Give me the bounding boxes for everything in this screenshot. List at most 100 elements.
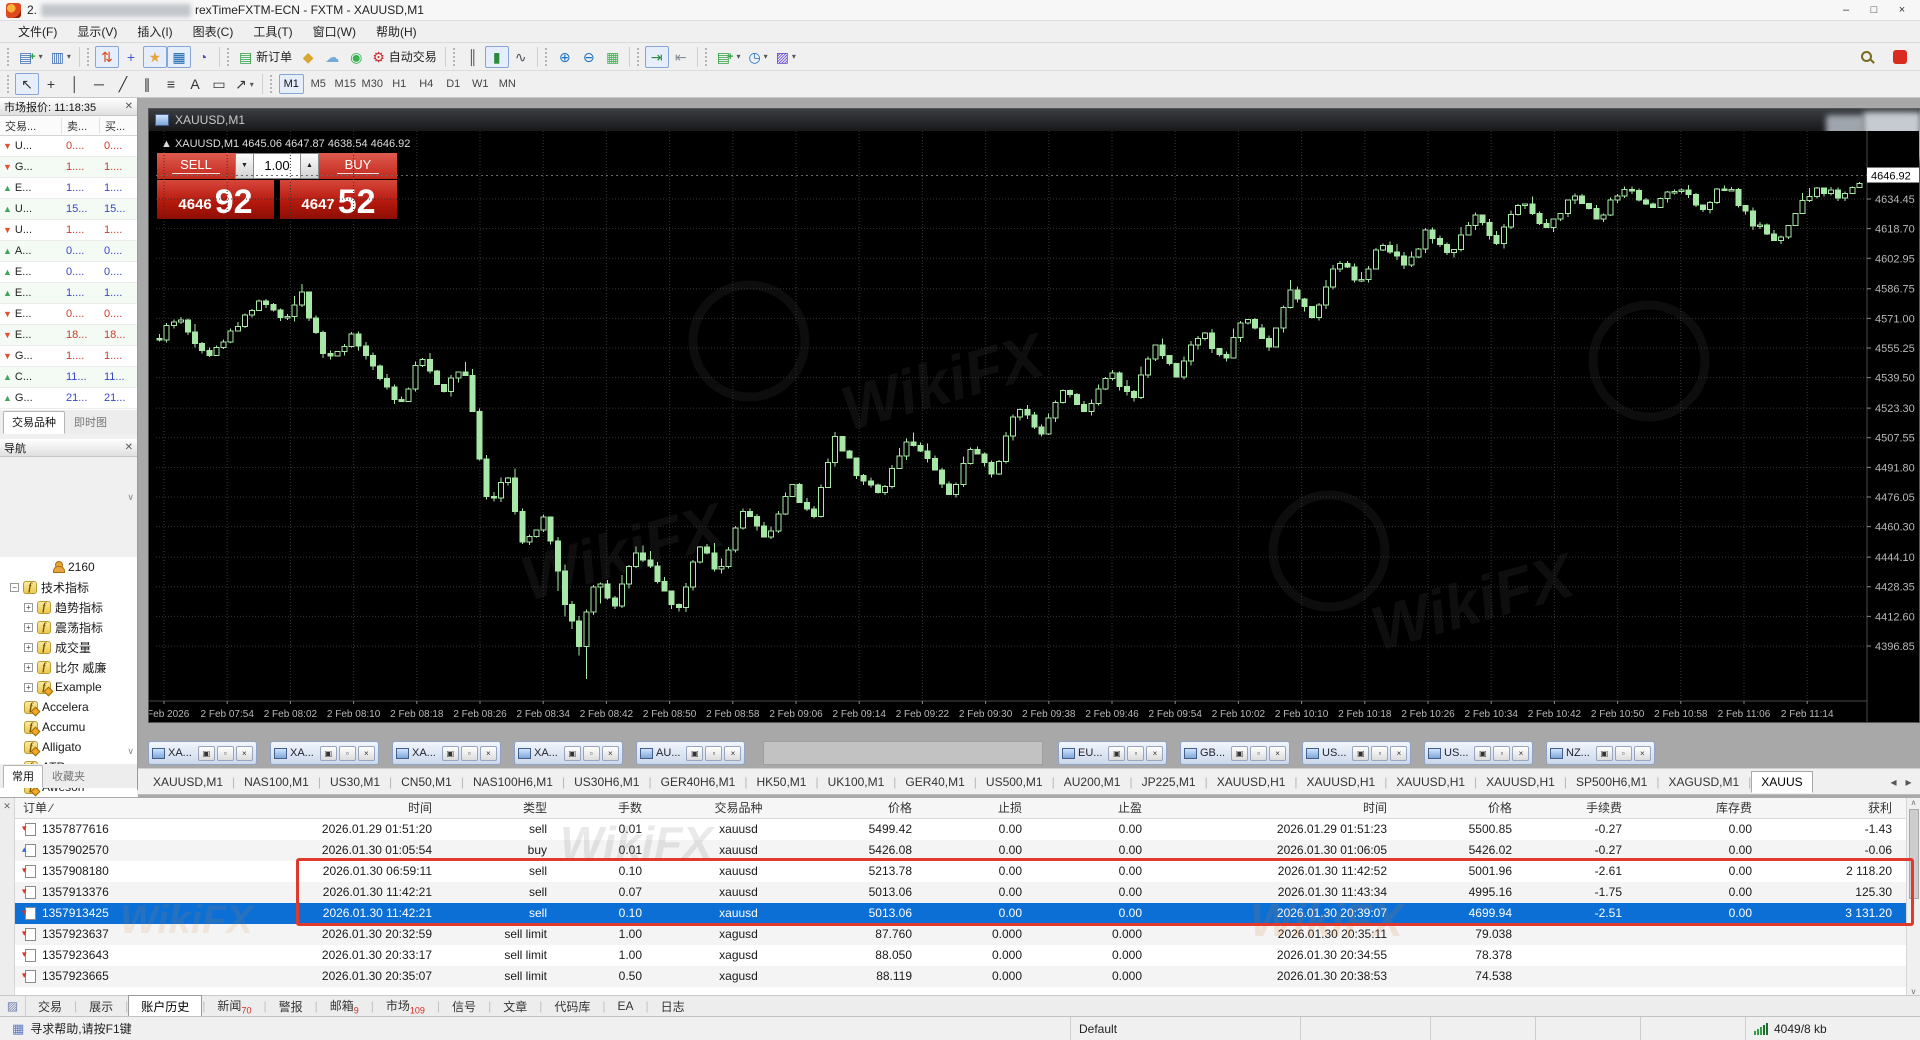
market-watch-row[interactable]: ▲ E... 1.... 1....: [0, 178, 137, 199]
symbol-tab-xauusdm1[interactable]: XAUUSD,M1: [144, 772, 232, 792]
auto-scroll-button[interactable]: ⇥: [644, 45, 669, 68]
symbol-tab-uk100m1[interactable]: UK100,M1: [819, 772, 894, 792]
close-button[interactable]: ×: [724, 745, 742, 761]
terminal-tab-EA[interactable]: EA: [605, 997, 645, 1015]
order-row[interactable]: ▾ 1357877616 2026.01.29 01:51:20 sell 0.01 xa…: [15, 819, 1906, 840]
timeframe-h4[interactable]: H4: [414, 74, 439, 94]
terminal-tab-邮箱[interactable]: 邮箱9: [318, 995, 371, 1017]
menu-v[interactable]: 显示(V): [67, 21, 127, 42]
orders-column-header[interactable]: 类型: [446, 798, 561, 818]
minimize-button[interactable]: ▫: [582, 745, 600, 761]
zoom-in-button[interactable]: ⊕: [553, 46, 577, 68]
minimized-chart-chip[interactable]: XA... ▣ ▫ ×: [148, 741, 257, 765]
close-button[interactable]: ×: [1512, 745, 1530, 761]
scroll-down-icon[interactable]: ∨: [127, 492, 134, 503]
navigator-button[interactable]: ★: [142, 45, 167, 68]
navigator-item[interactable]: + f Example: [0, 677, 137, 697]
fibonacci-tool-button[interactable]: ≡: [159, 73, 183, 95]
scroll-down-icon[interactable]: ∨: [127, 746, 134, 757]
minimized-chart-chip[interactable]: US... ▣ ▫ ×: [1424, 741, 1534, 765]
symbol-tab-xauus[interactable]: XAUUS: [1751, 770, 1813, 793]
orders-column-header[interactable]: 止损: [926, 798, 1036, 818]
trendline-tool-button[interactable]: ╱: [111, 73, 135, 95]
close-button[interactable]: ×: [1633, 745, 1651, 761]
scroll-right-icon[interactable]: ▸: [1901, 775, 1916, 789]
menu-c[interactable]: 图表(C): [183, 21, 244, 42]
minimized-chart-chip[interactable]: AU... ▣ ▫ ×: [636, 741, 746, 765]
navigator-item[interactable]: 2160: [0, 557, 137, 577]
minimize-button[interactable]: –: [1832, 1, 1860, 20]
price-chart[interactable]: WikiFXWikiFXWikiFX4634.454618.704602.954…: [149, 131, 1919, 722]
orders-column-header[interactable]: 交易品种: [656, 798, 821, 818]
timeframe-h1[interactable]: H1: [387, 74, 412, 94]
terminal-tab-代码库[interactable]: 代码库: [542, 996, 602, 1017]
terminal-tab-展示[interactable]: 展示: [77, 996, 125, 1017]
navigator-tab[interactable]: 收藏夹: [43, 765, 94, 788]
minimize-button[interactable]: ▫: [705, 745, 723, 761]
restore-button[interactable]: ▣: [1595, 745, 1613, 761]
close-button[interactable]: ×: [235, 745, 253, 761]
autotrading-button[interactable]: ⚙ 自动交易: [368, 46, 441, 68]
close-button[interactable]: ×: [1146, 745, 1164, 761]
minimize-button[interactable]: ▫: [1371, 745, 1389, 761]
minimized-chart-chip[interactable]: NZ... ▣ ▫ ×: [1546, 741, 1655, 765]
status-profile[interactable]: Default: [1070, 1017, 1300, 1040]
restore-button[interactable]: ▣: [1474, 745, 1492, 761]
tile-windows-button[interactable]: ▦: [601, 46, 625, 68]
expand-icon[interactable]: +: [24, 682, 33, 692]
symbol-tab-xagusdm1[interactable]: XAGUSD,M1: [1659, 772, 1748, 792]
close-button[interactable]: ×: [1269, 745, 1287, 761]
terminal-tab-信号[interactable]: 信号: [440, 996, 488, 1017]
symbol-tab-nas100m1[interactable]: NAS100,M1: [235, 772, 318, 792]
chart-window-titlebar[interactable]: XAUUSD,M1: [149, 109, 1919, 131]
market-watch-row[interactable]: ▼ E... 18... 18...: [0, 325, 137, 346]
new-order-button[interactable]: ▤ 新订单: [235, 46, 296, 68]
maximize-button[interactable]: □: [1860, 1, 1888, 20]
symbol-tab-us500m1[interactable]: US500,M1: [977, 772, 1052, 792]
timeframe-mn[interactable]: MN: [495, 74, 520, 94]
market-watch-row[interactable]: ▼ G... 1.... 1....: [0, 157, 137, 178]
expand-icon[interactable]: +: [24, 642, 33, 652]
symbol-tab-ger40m1[interactable]: GER40,M1: [896, 772, 973, 792]
order-row[interactable]: ▾ 1357923637 2026.01.30 20:32:59 sell limit…: [15, 924, 1906, 945]
market-watch-tab[interactable]: 交易品种: [3, 411, 65, 434]
market-watch-button[interactable]: ⇅: [94, 45, 119, 68]
menu-i[interactable]: 插入(I): [127, 21, 182, 42]
restore-button[interactable]: ▣: [686, 745, 704, 761]
terminal-tab-文章[interactable]: 文章: [491, 996, 539, 1017]
chart-shift-button[interactable]: ⇤: [669, 46, 693, 68]
close-icon[interactable]: ✕: [125, 442, 133, 453]
timeframe-m1[interactable]: M1: [278, 74, 304, 94]
search-button[interactable]: [1854, 46, 1878, 68]
expand-icon[interactable]: +: [24, 622, 33, 632]
terminal-tab-市场[interactable]: 市场109: [374, 995, 437, 1017]
window-bar-scroll-thumb[interactable]: [763, 741, 1043, 765]
timeframe-w1[interactable]: W1: [468, 74, 493, 94]
expand-icon[interactable]: +: [24, 662, 33, 672]
navigator-item[interactable]: + f 比尔 威廉: [0, 657, 137, 677]
market-watch-row[interactable]: ▲ U... 15... 15...: [0, 199, 137, 220]
market-watch-row[interactable]: ▲ G... 21... 21...: [0, 388, 137, 409]
navigator-item[interactable]: + f 成交量: [0, 637, 137, 657]
order-row[interactable]: ▾ 1357923665 2026.01.30 20:35:07 sell limit…: [15, 966, 1906, 987]
symbol-tab-au200m1[interactable]: AU200,M1: [1055, 772, 1130, 792]
order-row[interactable]: ▾ 1357923643 2026.01.30 20:33:17 sell limit…: [15, 945, 1906, 966]
market-watch-tab[interactable]: 即时图: [65, 411, 116, 434]
market-watch-row[interactable]: ▼ E... 0.... 0....: [0, 304, 137, 325]
price-axis-labels[interactable]: 4634.45 4618.70 4602.95 4586.75 4571.00 4555.…: [1867, 194, 1915, 653]
menu-t[interactable]: 工具(T): [243, 21, 302, 42]
bar-chart-button[interactable]: ║: [461, 46, 485, 68]
close-button[interactable]: ×: [601, 745, 619, 761]
minimized-chart-chip[interactable]: GB... ▣ ▫ ×: [1180, 741, 1291, 765]
terminal-tab-交易[interactable]: 交易: [26, 996, 74, 1017]
profiles-button[interactable]: ▥ ▾: [47, 46, 75, 68]
text-label-tool-button[interactable]: ▭: [207, 73, 231, 95]
restore-button[interactable]: ▣: [197, 745, 215, 761]
navigator-item[interactable]: + f 趋势指标: [0, 597, 137, 617]
orders-column-header[interactable]: 库存费: [1636, 798, 1766, 818]
templates-button[interactable]: ▨ ▾: [772, 46, 800, 68]
timeframe-m30[interactable]: M30: [360, 74, 385, 94]
strategy-tester-button[interactable]: ◔: [191, 46, 215, 68]
horizontal-line-tool-button[interactable]: ─: [87, 73, 111, 95]
minimized-chart-chip[interactable]: XA... ▣ ▫ ×: [270, 741, 379, 765]
